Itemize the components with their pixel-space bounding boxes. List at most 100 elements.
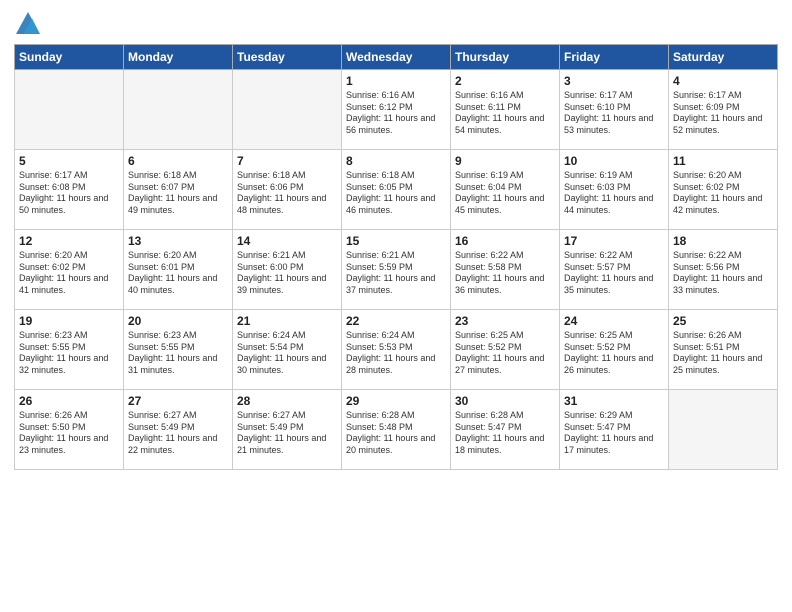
calendar-cell: 10 Sunrise: 6:19 AM Sunset: 6:03 PM Dayli… <box>560 150 669 230</box>
day-number: 3 <box>564 74 664 88</box>
week-row-2: 5 Sunrise: 6:17 AM Sunset: 6:08 PM Daylig… <box>15 150 778 230</box>
day-number: 18 <box>673 234 773 248</box>
cell-text: Sunrise: 6:21 AM Sunset: 6:00 PM Dayligh… <box>237 250 337 297</box>
calendar-cell: 27 Sunrise: 6:27 AM Sunset: 5:49 PM Dayli… <box>124 390 233 470</box>
day-number: 26 <box>19 394 119 408</box>
cell-text: Sunrise: 6:22 AM Sunset: 5:58 PM Dayligh… <box>455 250 555 297</box>
calendar-cell: 24Sunrise: 6:25 AM Sunset: 5:52 PM Dayli… <box>560 310 669 390</box>
cell-text: Sunrise: 6:25 AM Sunset: 5:52 PM Dayligh… <box>564 330 664 377</box>
calendar-cell: 1 Sunrise: 6:16 AM Sunset: 6:12 PM Daylig… <box>342 70 451 150</box>
weekday-header-row: SundayMondayTuesdayWednesdayThursdayFrid… <box>15 45 778 70</box>
cell-text: Sunrise: 6:28 AM Sunset: 5:47 PM Dayligh… <box>455 410 555 457</box>
calendar-cell: 13 Sunrise: 6:20 AM Sunset: 6:01 PM Dayli… <box>124 230 233 310</box>
calendar-cell <box>124 70 233 150</box>
cell-text: Sunrise: 6:19 AM Sunset: 6:03 PM Dayligh… <box>564 170 664 217</box>
cell-text: Sunrise: 6:17 AM Sunset: 6:10 PM Dayligh… <box>564 90 664 137</box>
calendar-cell: 29Sunrise: 6:28 AM Sunset: 5:48 PM Dayli… <box>342 390 451 470</box>
day-number: 23 <box>455 314 555 328</box>
cell-text: Sunrise: 6:18 AM Sunset: 6:06 PM Dayligh… <box>237 170 337 217</box>
day-number: 14 <box>237 234 337 248</box>
day-number: 8 <box>346 154 446 168</box>
cell-text: Sunrise: 6:26 AM Sunset: 5:51 PM Dayligh… <box>673 330 773 377</box>
day-number: 11 <box>673 154 773 168</box>
day-number: 16 <box>455 234 555 248</box>
week-row-4: 19 Sunrise: 6:23 AM Sunset: 5:55 PM Dayli… <box>15 310 778 390</box>
logo <box>14 10 44 38</box>
cell-text: Sunrise: 6:19 AM Sunset: 6:04 PM Dayligh… <box>455 170 555 217</box>
calendar-cell: 31 Sunrise: 6:29 AM Sunset: 5:47 PM Dayli… <box>560 390 669 470</box>
day-number: 21 <box>237 314 337 328</box>
day-number: 4 <box>673 74 773 88</box>
cell-text: Sunrise: 6:17 AM Sunset: 6:09 PM Dayligh… <box>673 90 773 137</box>
weekday-header-monday: Monday <box>124 45 233 70</box>
calendar-cell: 28 Sunrise: 6:27 AM Sunset: 5:49 PM Dayli… <box>233 390 342 470</box>
logo-icon <box>14 10 42 38</box>
weekday-header-wednesday: Wednesday <box>342 45 451 70</box>
calendar-cell: 18 Sunrise: 6:22 AM Sunset: 5:56 PM Dayli… <box>669 230 778 310</box>
cell-text: Sunrise: 6:27 AM Sunset: 5:49 PM Dayligh… <box>237 410 337 457</box>
day-number: 10 <box>564 154 664 168</box>
calendar-table: SundayMondayTuesdayWednesdayThursdayFrid… <box>14 44 778 470</box>
cell-text: Sunrise: 6:26 AM Sunset: 5:50 PM Dayligh… <box>19 410 119 457</box>
calendar-cell: 5 Sunrise: 6:17 AM Sunset: 6:08 PM Daylig… <box>15 150 124 230</box>
cell-text: Sunrise: 6:23 AM Sunset: 5:55 PM Dayligh… <box>19 330 119 377</box>
day-number: 20 <box>128 314 228 328</box>
cell-text: Sunrise: 6:22 AM Sunset: 5:57 PM Dayligh… <box>564 250 664 297</box>
cell-text: Sunrise: 6:25 AM Sunset: 5:52 PM Dayligh… <box>455 330 555 377</box>
day-number: 5 <box>19 154 119 168</box>
cell-text: Sunrise: 6:20 AM Sunset: 6:02 PM Dayligh… <box>673 170 773 217</box>
cell-text: Sunrise: 6:24 AM Sunset: 5:53 PM Dayligh… <box>346 330 446 377</box>
cell-text: Sunrise: 6:18 AM Sunset: 6:05 PM Dayligh… <box>346 170 446 217</box>
cell-text: Sunrise: 6:20 AM Sunset: 6:01 PM Dayligh… <box>128 250 228 297</box>
day-number: 19 <box>19 314 119 328</box>
day-number: 9 <box>455 154 555 168</box>
cell-text: Sunrise: 6:18 AM Sunset: 6:07 PM Dayligh… <box>128 170 228 217</box>
header <box>14 10 778 38</box>
cell-text: Sunrise: 6:22 AM Sunset: 5:56 PM Dayligh… <box>673 250 773 297</box>
weekday-header-tuesday: Tuesday <box>233 45 342 70</box>
calendar-cell: 21Sunrise: 6:24 AM Sunset: 5:54 PM Dayli… <box>233 310 342 390</box>
day-number: 28 <box>237 394 337 408</box>
week-row-1: 1 Sunrise: 6:16 AM Sunset: 6:12 PM Daylig… <box>15 70 778 150</box>
calendar-cell: 16 Sunrise: 6:22 AM Sunset: 5:58 PM Dayli… <box>451 230 560 310</box>
calendar-cell: 14 Sunrise: 6:21 AM Sunset: 6:00 PM Dayli… <box>233 230 342 310</box>
weekday-header-saturday: Saturday <box>669 45 778 70</box>
cell-text: Sunrise: 6:20 AM Sunset: 6:02 PM Dayligh… <box>19 250 119 297</box>
calendar-cell: 3 Sunrise: 6:17 AM Sunset: 6:10 PM Daylig… <box>560 70 669 150</box>
calendar-cell: 9 Sunrise: 6:19 AM Sunset: 6:04 PM Daylig… <box>451 150 560 230</box>
calendar-cell: 7 Sunrise: 6:18 AM Sunset: 6:06 PM Daylig… <box>233 150 342 230</box>
day-number: 15 <box>346 234 446 248</box>
day-number: 25 <box>673 314 773 328</box>
calendar-cell: 26 Sunrise: 6:26 AM Sunset: 5:50 PM Dayli… <box>15 390 124 470</box>
day-number: 17 <box>564 234 664 248</box>
cell-text: Sunrise: 6:23 AM Sunset: 5:55 PM Dayligh… <box>128 330 228 377</box>
calendar-cell: 11 Sunrise: 6:20 AM Sunset: 6:02 PM Dayli… <box>669 150 778 230</box>
cell-text: Sunrise: 6:29 AM Sunset: 5:47 PM Dayligh… <box>564 410 664 457</box>
day-number: 27 <box>128 394 228 408</box>
calendar-cell <box>233 70 342 150</box>
day-number: 7 <box>237 154 337 168</box>
day-number: 1 <box>346 74 446 88</box>
day-number: 30 <box>455 394 555 408</box>
week-row-3: 12Sunrise: 6:20 AM Sunset: 6:02 PM Dayli… <box>15 230 778 310</box>
calendar-cell <box>15 70 124 150</box>
calendar-cell: 12Sunrise: 6:20 AM Sunset: 6:02 PM Dayli… <box>15 230 124 310</box>
cell-text: Sunrise: 6:16 AM Sunset: 6:12 PM Dayligh… <box>346 90 446 137</box>
cell-text: Sunrise: 6:27 AM Sunset: 5:49 PM Dayligh… <box>128 410 228 457</box>
day-number: 22 <box>346 314 446 328</box>
cell-text: Sunrise: 6:21 AM Sunset: 5:59 PM Dayligh… <box>346 250 446 297</box>
cell-text: Sunrise: 6:17 AM Sunset: 6:08 PM Dayligh… <box>19 170 119 217</box>
day-number: 13 <box>128 234 228 248</box>
weekday-header-friday: Friday <box>560 45 669 70</box>
calendar-cell: 6Sunrise: 6:18 AM Sunset: 6:07 PM Daylig… <box>124 150 233 230</box>
calendar-cell: 4 Sunrise: 6:17 AM Sunset: 6:09 PM Daylig… <box>669 70 778 150</box>
day-number: 2 <box>455 74 555 88</box>
calendar-cell: 23 Sunrise: 6:25 AM Sunset: 5:52 PM Dayli… <box>451 310 560 390</box>
calendar-cell: 15 Sunrise: 6:21 AM Sunset: 5:59 PM Dayli… <box>342 230 451 310</box>
calendar-container: SundayMondayTuesdayWednesdayThursdayFrid… <box>0 0 792 612</box>
weekday-header-sunday: Sunday <box>15 45 124 70</box>
calendar-cell: 25 Sunrise: 6:26 AM Sunset: 5:51 PM Dayli… <box>669 310 778 390</box>
day-number: 31 <box>564 394 664 408</box>
calendar-cell: 30 Sunrise: 6:28 AM Sunset: 5:47 PM Dayli… <box>451 390 560 470</box>
calendar-cell: 8 Sunrise: 6:18 AM Sunset: 6:05 PM Daylig… <box>342 150 451 230</box>
